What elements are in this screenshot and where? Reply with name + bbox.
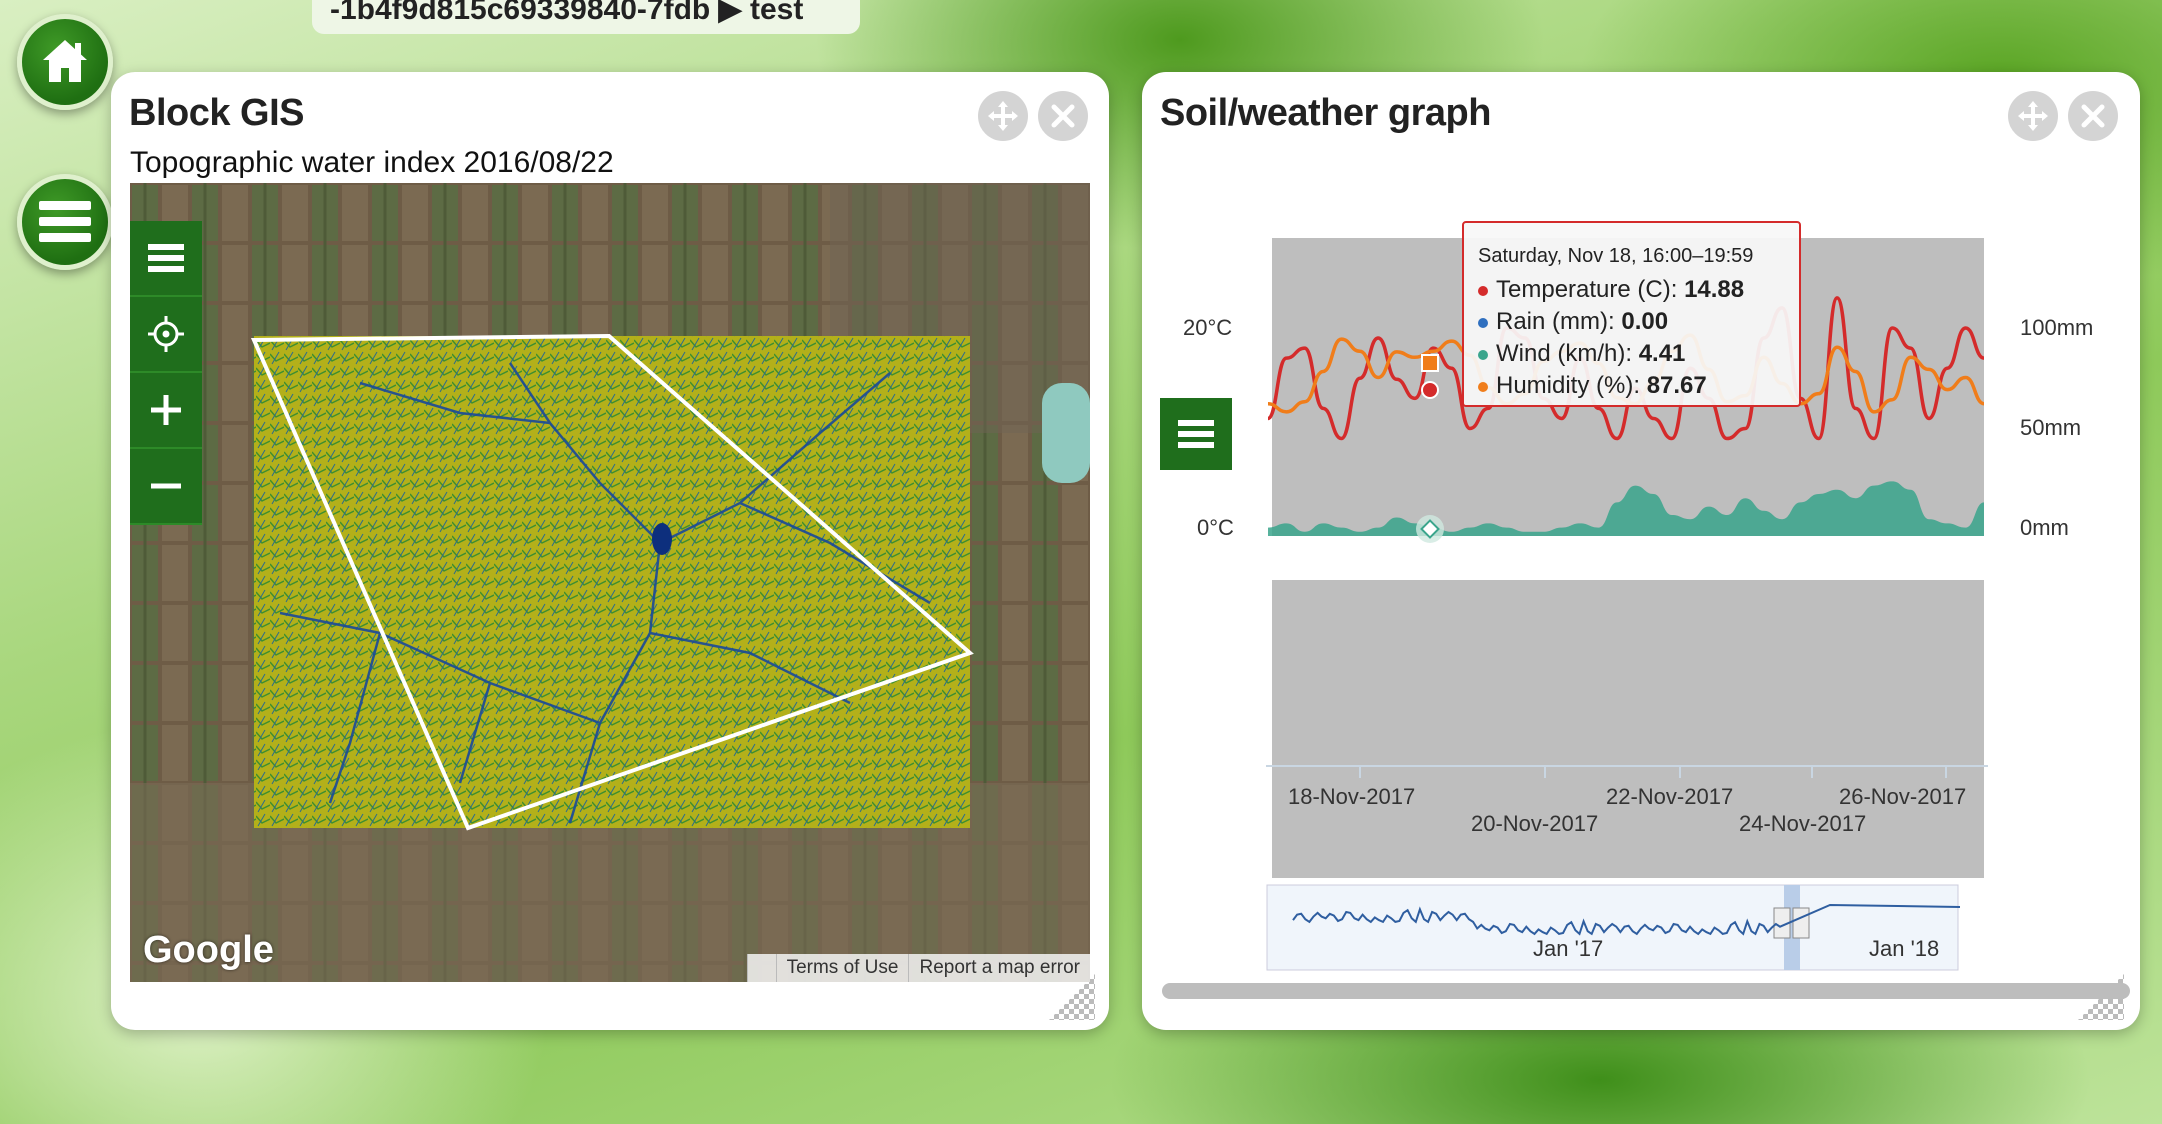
map-attribution: Terms of Use Report a map error bbox=[746, 954, 1090, 982]
tooltip-label: Wind (km/h): bbox=[1496, 340, 1639, 367]
close-button[interactable] bbox=[1038, 91, 1088, 141]
rain-dot bbox=[1478, 317, 1488, 328]
move-button[interactable] bbox=[2008, 91, 2058, 141]
close-button[interactable] bbox=[2068, 91, 2118, 141]
x-tick: 20-Nov-2017 bbox=[1471, 811, 1599, 836]
soil-weather-graph-panel: Soil/weather graph bbox=[1142, 72, 2140, 1030]
crosshair-icon bbox=[148, 316, 184, 352]
close-icon bbox=[1051, 104, 1075, 128]
move-button[interactable] bbox=[978, 91, 1028, 141]
layers-menu-button[interactable] bbox=[130, 221, 202, 297]
zoom-out-button[interactable] bbox=[130, 449, 202, 525]
tooltip-value: 0.00 bbox=[1621, 308, 1669, 335]
y-right-tick: 100mm bbox=[2020, 315, 2094, 340]
plus-icon bbox=[151, 395, 181, 425]
resize-handle[interactable] bbox=[2078, 974, 2124, 1020]
tooltip-row-temperature: Temperature (C): 14.88 bbox=[1478, 274, 1785, 306]
report-map-error-link[interactable]: Report a map error bbox=[908, 954, 1090, 982]
tooltip-row-wind: Wind (km/h): 4.41 bbox=[1478, 338, 1785, 370]
map-subtitle: Topographic water index 2016/08/22 bbox=[130, 146, 614, 179]
temperature-dot bbox=[1478, 285, 1488, 296]
home-icon bbox=[43, 40, 87, 82]
panel-title: Block GIS bbox=[129, 92, 305, 134]
navigator-label: Jan '17 bbox=[1533, 936, 1604, 961]
tooltip-row-humidity: Humidity (%): 87.67 bbox=[1478, 370, 1785, 402]
hamburger-icon bbox=[39, 201, 91, 242]
locate-button[interactable] bbox=[130, 297, 202, 373]
chart-menu-button[interactable] bbox=[1160, 398, 1232, 470]
navigator-label: Jan '18 bbox=[1869, 936, 1940, 961]
move-icon bbox=[988, 101, 1018, 131]
zoom-in-button[interactable] bbox=[130, 373, 202, 449]
tooltip-label: Rain (mm): bbox=[1496, 308, 1622, 335]
wind-dot bbox=[1478, 349, 1488, 360]
tooltip-value: 87.67 bbox=[1646, 372, 1707, 399]
tooltip-label: Temperature (C): bbox=[1496, 276, 1685, 303]
google-logo: Google bbox=[143, 929, 274, 971]
x-tick: 26-Nov-2017 bbox=[1839, 784, 1967, 809]
x-tick: 18-Nov-2017 bbox=[1288, 784, 1416, 809]
map-toolbar bbox=[130, 221, 202, 525]
hamburger-icon bbox=[148, 244, 184, 272]
y-left-tick: 20°C bbox=[1183, 315, 1233, 340]
panel-title: Soil/weather graph bbox=[1160, 92, 1491, 134]
y-right-tick: 50mm bbox=[2020, 415, 2082, 440]
attribution-spacer bbox=[746, 954, 776, 982]
terms-of-use-link[interactable]: Terms of Use bbox=[775, 954, 909, 982]
tooltip-header: Saturday, Nov 18, 16:00–19:59 bbox=[1478, 245, 1754, 267]
chart-tooltip: Saturday, Nov 18, 16:00–19:59 Temperatur… bbox=[1462, 221, 1801, 407]
minus-icon bbox=[151, 483, 181, 489]
map-view[interactable]: Google Terms of Use Report a map error bbox=[130, 183, 1090, 982]
tooltip-label: Humidity (%): bbox=[1496, 372, 1647, 399]
satellite-map[interactable] bbox=[130, 183, 1090, 982]
y-left-tick: 0°C bbox=[1197, 515, 1234, 540]
close-icon bbox=[2081, 104, 2105, 128]
record-breadcrumb[interactable]: -1b4f9d815c69339840-7fdb ▶ test bbox=[312, 0, 860, 34]
main-menu-button[interactable] bbox=[17, 174, 113, 270]
x-tick: 24-Nov-2017 bbox=[1739, 811, 1867, 836]
tooltip-value: 14.88 bbox=[1684, 276, 1745, 303]
home-button[interactable] bbox=[17, 14, 113, 110]
tooltip-row-rain: Rain (mm): 0.00 bbox=[1478, 306, 1785, 338]
humidity-dot bbox=[1478, 381, 1488, 392]
tooltip-value: 4.41 bbox=[1638, 340, 1686, 367]
hamburger-icon bbox=[1178, 420, 1214, 448]
move-icon bbox=[2018, 101, 2048, 131]
y-right-tick: 0mm bbox=[2020, 515, 2069, 540]
x-tick: 22-Nov-2017 bbox=[1606, 784, 1734, 809]
